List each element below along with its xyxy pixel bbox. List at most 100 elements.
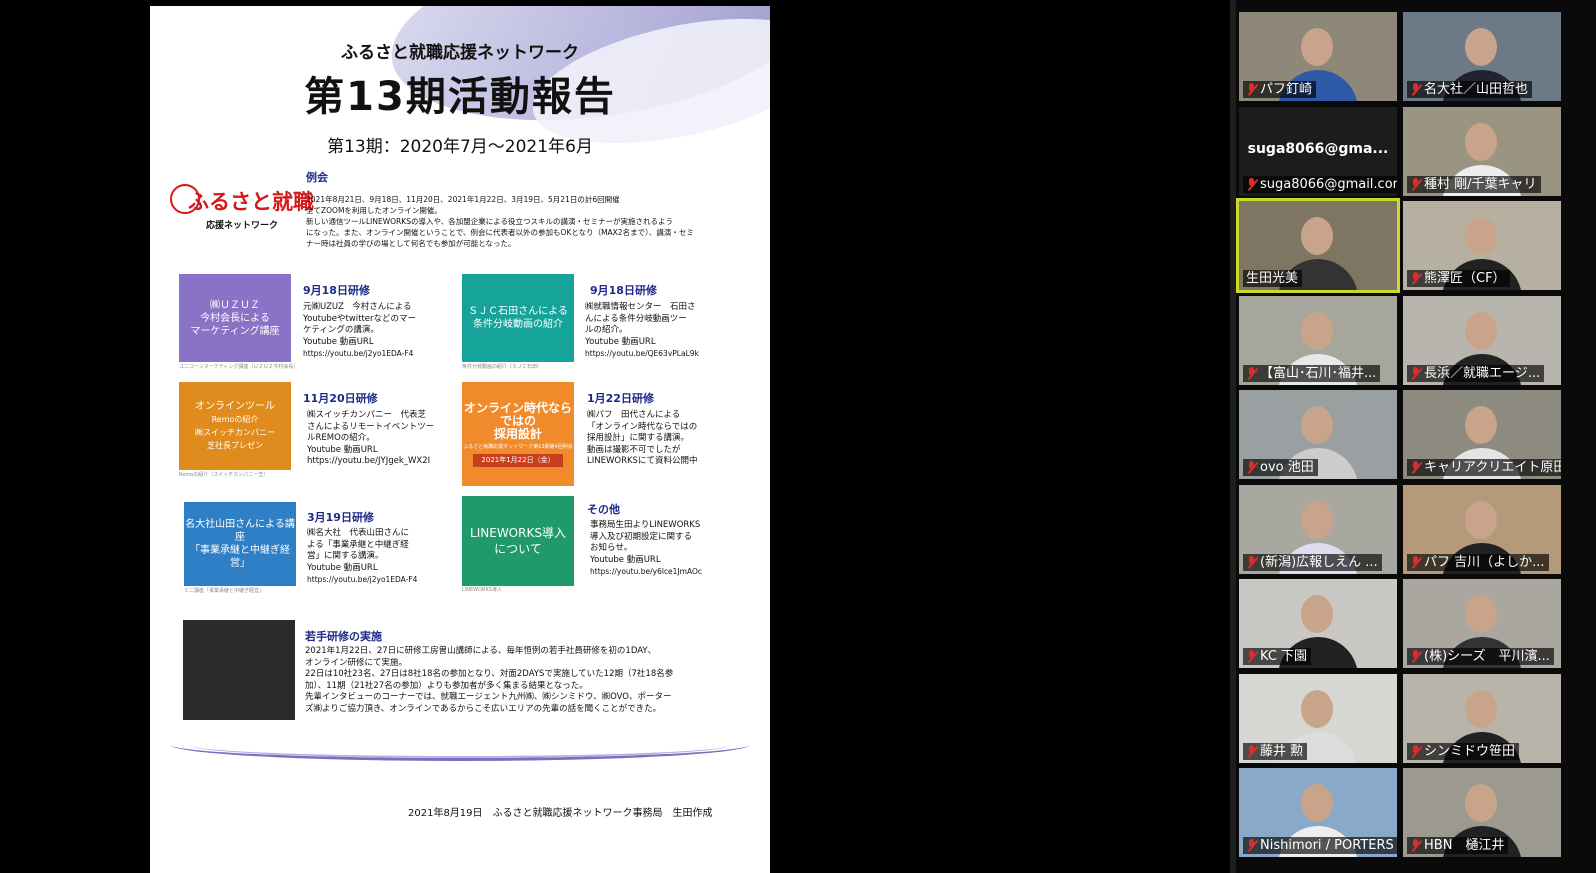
section-heading: 1月22日研修 <box>587 392 654 405</box>
section-heading: 11月20日研修 <box>303 392 378 405</box>
participant-name: suga8066@gmail.com <box>1260 176 1397 192</box>
participant-nametag: 生田光美 <box>1243 270 1303 287</box>
mic-muted-icon <box>1410 83 1421 96</box>
mic-muted-icon <box>1410 744 1421 758</box>
participant-name: HBN 樋江井 <box>1424 838 1505 853</box>
footer-wave <box>190 732 730 758</box>
participant-tile[interactable]: (株)シーズ 平川濱... <box>1403 579 1561 668</box>
participant-display-name: suga8066@gma... <box>1247 140 1389 157</box>
participant-tile[interactable]: HBN 樋江井 <box>1403 768 1561 857</box>
participant-name: 長浜／就職エージ... <box>1424 365 1541 381</box>
participant-nametag: 長浜／就職エージ... <box>1407 364 1545 382</box>
participant-name: 名大社／山田哲也 <box>1424 82 1529 97</box>
mic-muted-icon <box>1246 839 1257 852</box>
mic-muted-icon <box>1410 272 1421 285</box>
video-thumbnail: ㈱ＵＺＵＺ 今村会長による マーケティング講座 ユニコーンマーケティング講座（Ｕ… <box>179 274 298 370</box>
participant-tile[interactable]: 長浜／就職エージ... <box>1403 295 1561 385</box>
participant-nametag: (株)シーズ 平川濱... <box>1407 648 1554 665</box>
participant-nametag: ovo 池田 <box>1243 459 1318 476</box>
mic-muted-icon <box>1410 366 1421 380</box>
participant-name: 【富山･石川･福井... <box>1260 365 1377 381</box>
shared-screen: ふるさと就職応援ネットワーク 第13期活動報告 第13期：2020年7月～202… <box>0 0 1230 873</box>
training-heading: 若手研修の実施 <box>305 630 382 643</box>
participant-name: シンミドウ笹田 <box>1424 743 1516 759</box>
participant-name: (新潟)広報しえん ... <box>1260 554 1378 570</box>
participant-name: 藤井 勲 <box>1260 743 1304 759</box>
section-heading: その他 <box>587 503 620 516</box>
participant-video <box>1301 595 1333 633</box>
participant-nametag: シンミドウ笹田 <box>1407 742 1520 760</box>
participant-tile[interactable]: KC 下園 <box>1239 579 1397 668</box>
participant-tile[interactable]: 名大社／山田哲也 <box>1403 12 1561 101</box>
section-text: ㈱就職情報センター 石田さ んによる条件分岐動画ツー ルの紹介。 Youtube… <box>585 302 699 358</box>
video-thumbnail: オンラインツール Remoの紹介 ㈱スイッチカンパニー 芝社長プレゼン Remo… <box>179 382 291 478</box>
participant-video <box>1465 500 1497 539</box>
mic-muted-icon <box>1410 555 1421 569</box>
participant-nametag: (新潟)広報しえん ... <box>1243 553 1382 571</box>
section-text: 事務局生田よりLINEWORKS 導入及び初期設定に関する お知らせ。 Yout… <box>590 520 702 576</box>
doc-period: 第13期：2020年7月～2021年6月 <box>327 137 593 157</box>
participant-tile[interactable]: 【富山･石川･福井... <box>1239 295 1397 385</box>
participant-tile[interactable]: 熊澤匠（CF） <box>1403 201 1561 290</box>
participant-nametag: パフ 吉川（よしか... <box>1407 553 1549 571</box>
participant-video <box>1465 689 1497 728</box>
participant-video <box>1301 689 1333 728</box>
meeting-heading: 例会 <box>306 171 328 184</box>
participant-video <box>1465 28 1497 66</box>
participant-nametag: 藤井 勲 <box>1243 742 1308 760</box>
participant-tile[interactable]: 生田光美 <box>1236 198 1400 293</box>
participant-video <box>1301 406 1333 444</box>
participant-video <box>1465 217 1497 255</box>
participant-gallery: パフ釘崎 名大社／山田哲也 suga8066@gma... suga8066@gmai… <box>1236 0 1596 873</box>
participant-name: パフ釘崎 <box>1260 82 1313 97</box>
participant-nametag: 熊澤匠（CF） <box>1407 270 1510 287</box>
section-heading: 9月18日研修 <box>590 284 657 297</box>
doc-footer: 2021年8月19日 ふるさと就職応援ネットワーク事務局 生田作成 <box>408 808 713 819</box>
participant-nametag: 【富山･石川･福井... <box>1243 364 1381 382</box>
training-photo <box>183 620 295 720</box>
participant-nametag: 名大社／山田哲也 <box>1407 81 1533 98</box>
participant-nametag: KC 下園 <box>1243 648 1312 665</box>
section-heading: 9月18日研修 <box>303 284 370 297</box>
participant-tile[interactable]: suga8066@gma... suga8066@gmail.com <box>1239 106 1397 196</box>
participant-nametag: suga8066@gmail.com <box>1243 175 1397 193</box>
participant-nametag: Nishimori / PORTERS <box>1243 837 1397 854</box>
mic-muted-icon <box>1246 744 1257 758</box>
participant-tile[interactable]: (新潟)広報しえん ... <box>1239 484 1397 574</box>
mic-muted-icon <box>1246 83 1257 96</box>
mic-muted-icon <box>1246 461 1257 474</box>
participant-video <box>1301 28 1333 66</box>
participant-tile[interactable]: Nishimori / PORTERS <box>1239 768 1397 857</box>
participant-tile[interactable]: 種村 剛/千葉キャリ <box>1403 106 1561 196</box>
participant-video <box>1465 784 1497 822</box>
mic-muted-icon <box>1410 177 1421 191</box>
section-text: ㈱パフ 田代さんによる 「オンライン時代ならではの 採用設計」に関する講演。 動… <box>587 410 698 466</box>
participant-tile[interactable]: シンミドウ笹田 <box>1403 673 1561 763</box>
participant-tile[interactable]: 藤井 勲 <box>1239 673 1397 763</box>
mic-muted-icon <box>1410 839 1421 852</box>
participant-name: キャリアクリエイト原田 <box>1424 460 1561 475</box>
doc-organization: ふるさと就職応援ネットワーク <box>341 43 579 63</box>
participant-name: Nishimori / PORTERS <box>1260 838 1394 853</box>
participant-nametag: HBN 樋江井 <box>1407 837 1509 854</box>
participant-video <box>1301 500 1333 539</box>
participant-name: 種村 剛/千葉キャリ <box>1424 176 1537 192</box>
section-heading: 3月19日研修 <box>307 511 374 524</box>
participant-nametag: 種村 剛/千葉キャリ <box>1407 175 1541 193</box>
participant-nametag: パフ釘崎 <box>1243 81 1317 98</box>
participant-video <box>1301 311 1333 350</box>
participant-name: パフ 吉川（よしか... <box>1424 554 1545 570</box>
participant-nametag: キャリアクリエイト原田 <box>1407 459 1561 476</box>
participant-tile[interactable]: パフ釘崎 <box>1239 12 1397 101</box>
video-thumbnail: オンライン時代ならではの 採用設計 ふるさと就職応援ネットワーク第13期第4回例… <box>462 382 574 486</box>
participant-tile[interactable]: ovo 池田 <box>1239 390 1397 479</box>
participant-tile[interactable]: キャリアクリエイト原田 <box>1403 390 1561 479</box>
participant-name: KC 下園 <box>1260 649 1308 664</box>
participant-name: 熊澤匠（CF） <box>1424 271 1506 286</box>
participant-tile[interactable]: パフ 吉川（よしか... <box>1403 484 1561 574</box>
participant-video <box>1465 311 1497 350</box>
participant-video <box>1465 406 1497 444</box>
mic-muted-icon <box>1410 461 1421 474</box>
section-text: 元㈱UZUZ 今村さんによる Youtubeやtwitterなどのマー ケティン… <box>303 302 417 358</box>
training-text: 2021年1月22日、27日に研修工房曽山講師による、毎年恒例の若手社員研修を初… <box>305 646 674 714</box>
